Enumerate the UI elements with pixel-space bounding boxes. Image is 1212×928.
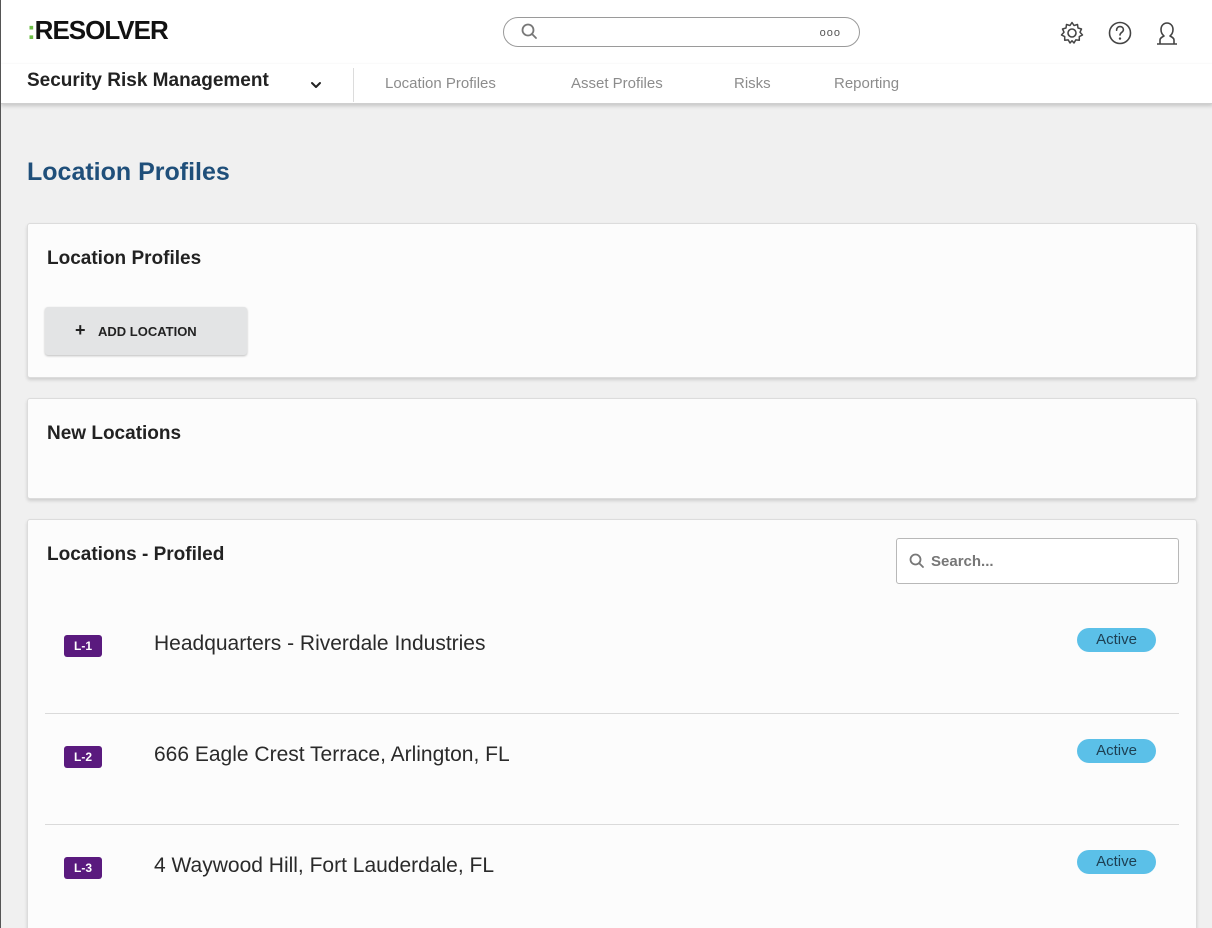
search-icon — [909, 553, 924, 568]
location-search[interactable] — [896, 538, 1179, 584]
add-location-label: ADD LOCATION — [98, 324, 197, 339]
location-row[interactable]: L-1 Headquarters - Riverdale Industries … — [45, 604, 1179, 714]
location-id-badge: L-1 — [64, 635, 102, 657]
app-nav-bar: Security Risk Management Location Profil… — [1, 64, 1212, 104]
location-name[interactable]: 666 Eagle Crest Terrace, Arlington, FL — [154, 743, 510, 767]
location-id-badge: L-2 — [64, 746, 102, 768]
location-id-badge: L-3 — [64, 857, 102, 879]
location-row[interactable]: L-2 666 Eagle Crest Terrace, Arlington, … — [45, 715, 1179, 825]
nav-divider — [353, 68, 354, 102]
status-badge: Active — [1077, 739, 1156, 763]
user-icon[interactable] — [1154, 20, 1180, 46]
top-header: :RESOLVER ooo — [1, 0, 1212, 64]
card-title: New Locations — [47, 423, 182, 444]
location-name[interactable]: Headquarters - Riverdale Industries — [154, 632, 486, 656]
app-selector[interactable]: Security Risk Management — [27, 70, 269, 92]
card-title: Locations - Profiled — [47, 544, 225, 565]
card-title: Location Profiles — [47, 248, 202, 269]
tab-location-profiles[interactable]: Location Profiles — [385, 75, 496, 92]
location-profiles-card: Location Profiles + ADD LOCATION — [27, 223, 1197, 378]
search-input[interactable] — [931, 547, 1161, 575]
help-icon[interactable] — [1107, 20, 1133, 46]
global-search[interactable]: ooo — [503, 17, 860, 47]
status-badge: Active — [1077, 628, 1156, 652]
tab-asset-profiles[interactable]: Asset Profiles — [571, 75, 663, 92]
chevron-down-icon[interactable] — [309, 78, 323, 92]
app-window: :RESOLVER ooo Security Risk Management L… — [0, 0, 1212, 928]
plus-icon: + — [75, 320, 86, 340]
status-badge: Active — [1077, 850, 1156, 874]
tab-reporting[interactable]: Reporting — [834, 75, 899, 92]
search-icon — [521, 23, 537, 39]
new-locations-card: New Locations — [27, 398, 1197, 499]
location-row[interactable]: L-3 4 Waywood Hill, Fort Lauderdale, FL … — [45, 826, 1179, 928]
locations-profiled-card: Locations - Profiled L-1 Headquarters - … — [27, 519, 1197, 928]
gear-icon[interactable] — [1059, 20, 1085, 46]
search-options-icon[interactable]: ooo — [820, 27, 841, 39]
page-title: Location Profiles — [27, 158, 230, 186]
resolver-logo[interactable]: :RESOLVER — [27, 15, 169, 46]
add-location-button[interactable]: + ADD LOCATION — [45, 307, 247, 355]
location-name[interactable]: 4 Waywood Hill, Fort Lauderdale, FL — [154, 854, 494, 878]
tab-risks[interactable]: Risks — [734, 75, 771, 92]
